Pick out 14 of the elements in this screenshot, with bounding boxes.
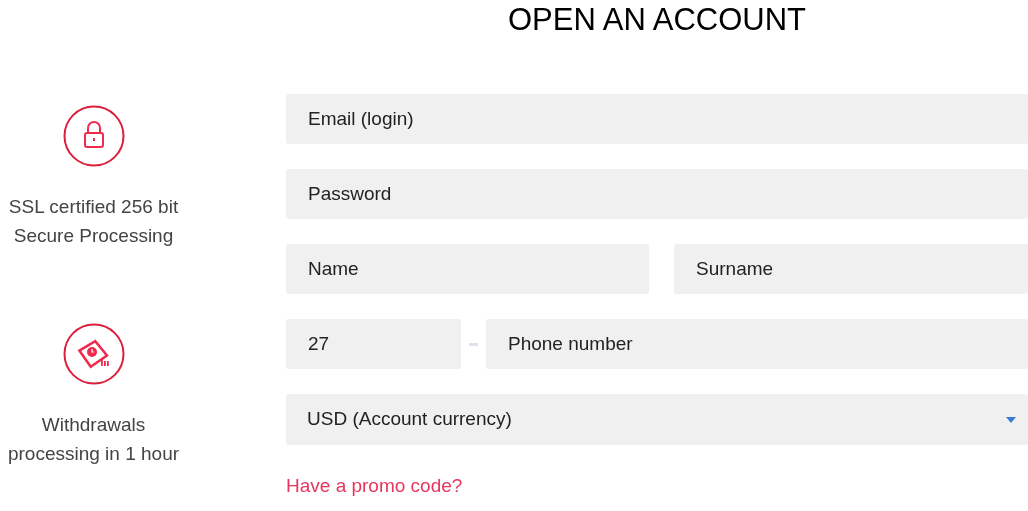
promo-code-link[interactable]: Have a promo code? xyxy=(286,475,463,496)
surname-field[interactable]: Surname xyxy=(674,244,1028,294)
page-title: OPEN AN ACCOUNT xyxy=(507,1,807,39)
dropdown-caret-icon xyxy=(1006,416,1016,423)
email-field[interactable]: Email (login) xyxy=(286,94,1028,144)
password-field[interactable]: Password xyxy=(286,169,1028,219)
phone-code-field[interactable]: 27 xyxy=(286,319,461,369)
feature-text: Withdrawals processing in 1 hour xyxy=(6,413,181,466)
currency-select[interactable]: USD (Account currency) xyxy=(286,394,1028,445)
lock-icon xyxy=(62,105,125,167)
banknote-clock-icon xyxy=(62,323,125,385)
name-field[interactable]: Name xyxy=(286,244,649,294)
phone-field[interactable]: Phone number xyxy=(486,319,1028,369)
feature-text: SSL certified 256 bit Secure Processing xyxy=(7,195,180,248)
